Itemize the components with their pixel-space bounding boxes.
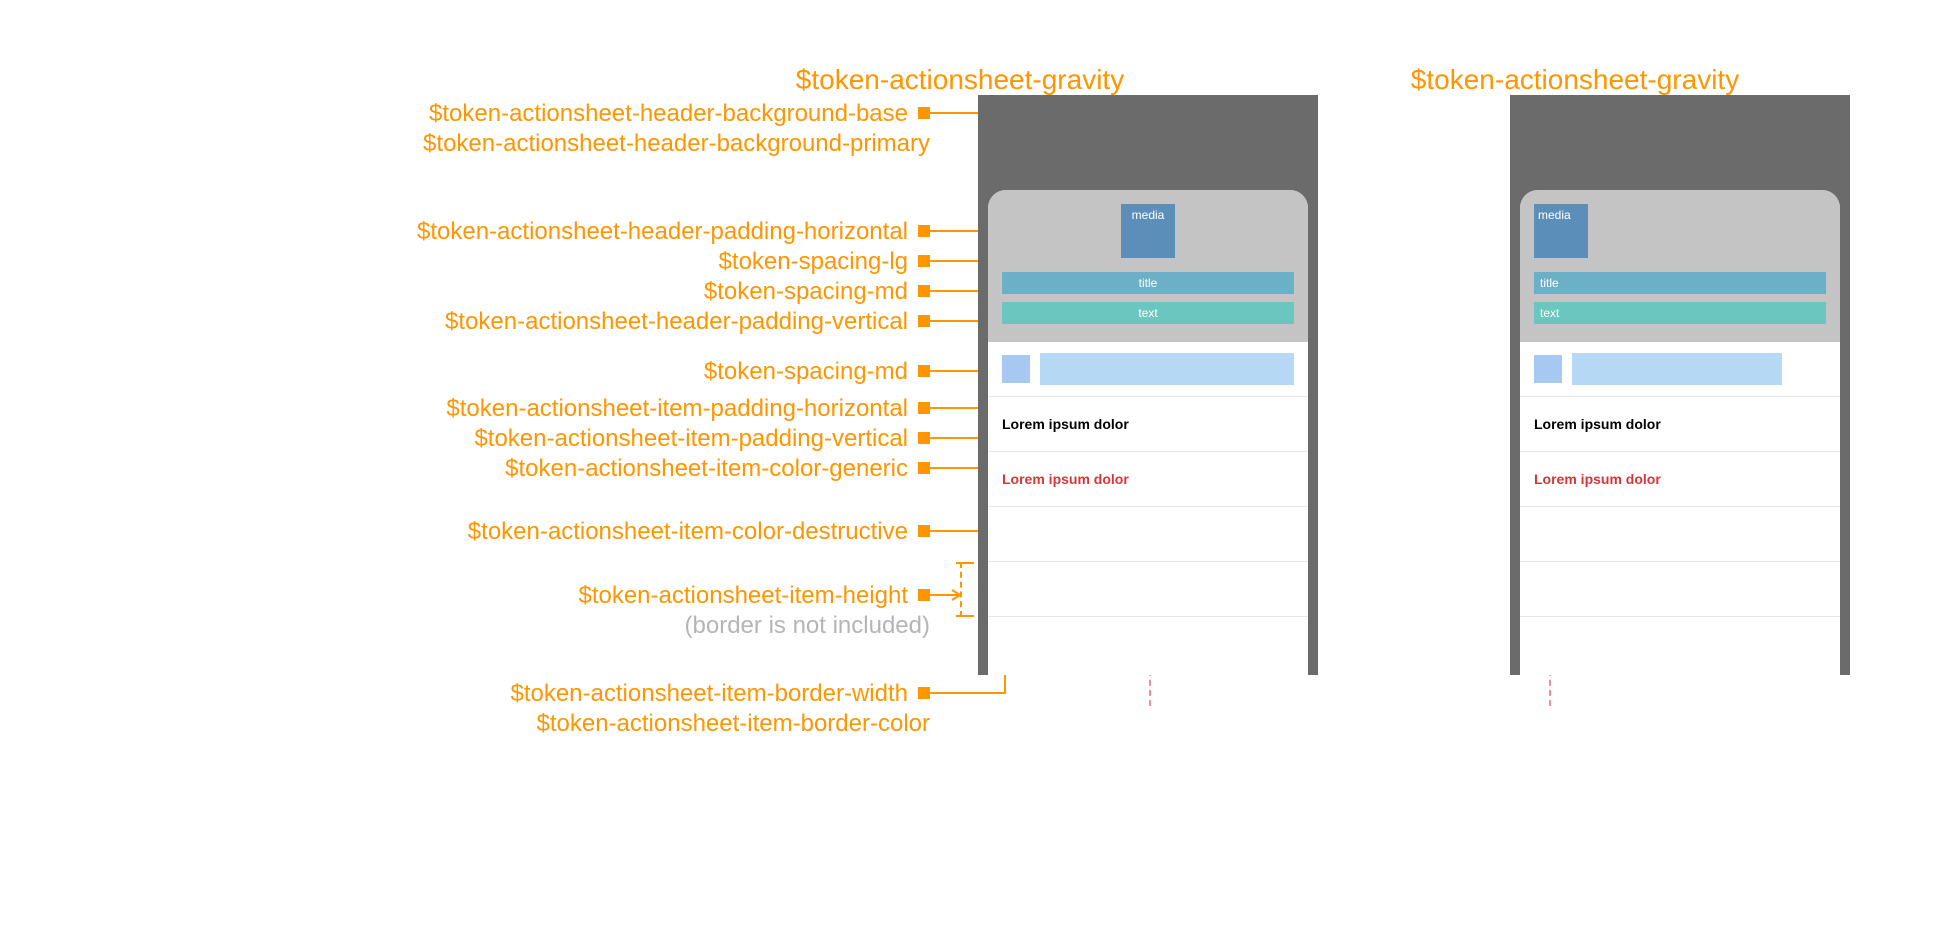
- phone-frame-center: media title text Lorem ipsum dolor Lorem…: [978, 95, 1318, 675]
- measure-item-height: [960, 562, 968, 617]
- tok-spacing-md: $token-spacing-md: [704, 278, 930, 306]
- item-empty-2[interactable]: [988, 562, 1308, 617]
- sheet-header-center: media title text: [988, 190, 1308, 342]
- item-icon-placeholder: [1002, 355, 1030, 383]
- item-with-media[interactable]: [988, 342, 1308, 397]
- tok-header-bg-primary: $token-actionsheet-header-background-pri…: [423, 130, 930, 158]
- tok-item-height-note: (border is not included): [685, 612, 930, 640]
- actionsheet-left: media title text Lorem ipsum dolor Lorem…: [1520, 190, 1840, 675]
- item-destructive-b[interactable]: Lorem ipsum dolor: [1520, 452, 1840, 507]
- tok-spacing-lg: $token-spacing-lg: [719, 248, 930, 276]
- item-destructive-label: Lorem ipsum dolor: [1002, 471, 1129, 487]
- item-generic-b[interactable]: Lorem ipsum dolor: [1520, 397, 1840, 452]
- item-icon-placeholder-b: [1534, 355, 1562, 383]
- item-empty-1b[interactable]: [1520, 507, 1840, 562]
- item-destructive-label-b: Lorem ipsum dolor: [1534, 471, 1661, 487]
- tok-header-pad-v: $token-actionsheet-header-padding-vertic…: [445, 308, 930, 336]
- gravity-label-left: $token-actionsheet-gravity: [1411, 64, 1739, 96]
- item-generic[interactable]: Lorem ipsum dolor: [988, 397, 1308, 452]
- media-box-b: media: [1534, 204, 1588, 258]
- item-text-placeholder: [1040, 353, 1294, 385]
- gravity-label-center: $token-actionsheet-gravity: [796, 64, 1124, 96]
- tok-item-pad-v: $token-actionsheet-item-padding-vertical: [474, 425, 930, 453]
- item-text-placeholder-b: [1572, 353, 1782, 385]
- item-destructive[interactable]: Lorem ipsum dolor: [988, 452, 1308, 507]
- title-bar-b: title: [1534, 272, 1826, 294]
- tok-item-color-destructive: $token-actionsheet-item-color-destructiv…: [468, 518, 930, 546]
- text-bar-b: text: [1534, 302, 1826, 324]
- tok-item-height: $token-actionsheet-item-height: [578, 582, 930, 610]
- tok-header-bg-base: $token-actionsheet-header-background-bas…: [429, 100, 930, 128]
- tok-item-border-width: $token-actionsheet-item-border-width: [510, 680, 930, 708]
- tok-item-pad-h: $token-actionsheet-item-padding-horizont…: [446, 395, 930, 423]
- tok-spacing-md-2: $token-spacing-md: [704, 358, 930, 386]
- item-generic-label: Lorem ipsum dolor: [1002, 416, 1129, 432]
- actionsheet-center: media title text Lorem ipsum dolor Lorem…: [988, 190, 1308, 675]
- item-empty-1[interactable]: [988, 507, 1308, 562]
- title-bar: title: [1002, 272, 1294, 294]
- text-bar: text: [1002, 302, 1294, 324]
- tok-item-color-generic: $token-actionsheet-item-color-generic: [505, 455, 930, 483]
- tok-header-pad-h: $token-actionsheet-header-padding-horizo…: [417, 218, 930, 246]
- sheet-header-left: media title text: [1520, 190, 1840, 342]
- phone-frame-left: media title text Lorem ipsum dolor Lorem…: [1510, 95, 1850, 675]
- tok-item-border-color: $token-actionsheet-item-border-color: [536, 710, 930, 738]
- item-generic-label-b: Lorem ipsum dolor: [1534, 416, 1661, 432]
- media-box: media: [1121, 204, 1175, 258]
- item-empty-2b[interactable]: [1520, 562, 1840, 617]
- item-with-media-b[interactable]: [1520, 342, 1840, 397]
